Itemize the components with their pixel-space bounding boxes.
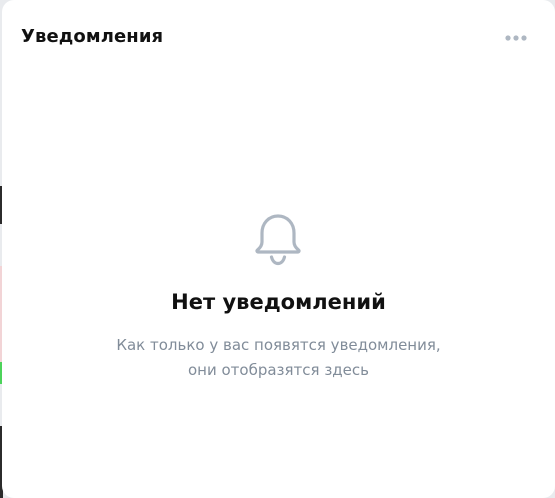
notifications-panel: Уведомления Нет уведомлений Как только у… xyxy=(2,0,555,498)
panel-header: Уведомления xyxy=(2,0,555,76)
bell-icon xyxy=(255,214,301,266)
more-horizontal-icon xyxy=(505,35,527,41)
more-options-button[interactable] xyxy=(502,28,530,48)
empty-state-title: Нет уведомлений xyxy=(171,290,386,314)
empty-state-description: Как только у вас появятся уведомления, о… xyxy=(2,333,555,383)
empty-state-description-line2: они отобразятся здесь xyxy=(188,361,369,379)
empty-state-description-line1: Как только у вас появятся уведомления, xyxy=(116,336,441,354)
panel-title: Уведомления xyxy=(21,26,164,47)
